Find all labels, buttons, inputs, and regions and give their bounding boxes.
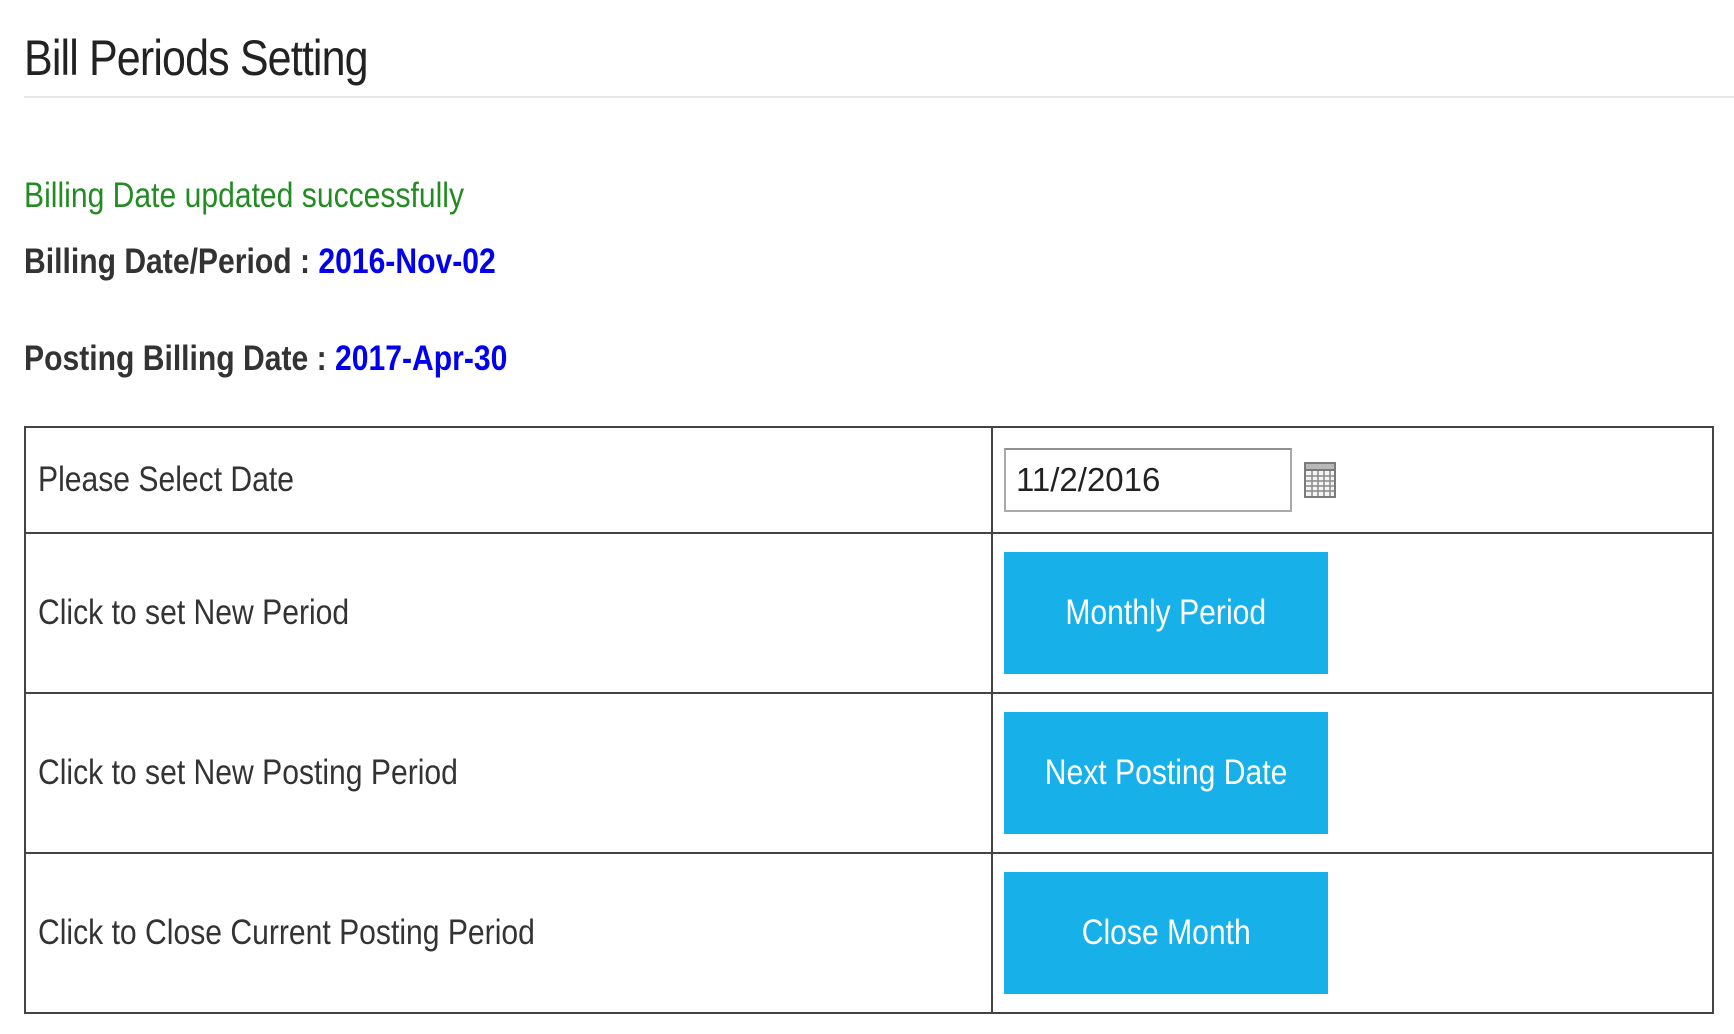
next-posting-date-button[interactable]: Next Posting Date — [1004, 712, 1328, 834]
billing-period-value: 2016-Nov-02 — [318, 242, 496, 281]
table-row-select-date: Please Select Date — [24, 426, 1714, 534]
select-date-label: Please Select Date — [38, 460, 294, 499]
row-control-cell — [991, 426, 1714, 534]
row-label-cell: Please Select Date — [24, 426, 993, 534]
table-row-new-posting-period: Click to set New Posting Period Next Pos… — [24, 692, 1714, 854]
posting-date-value: 2017-Apr-30 — [335, 339, 508, 378]
monthly-period-button-label: Monthly Period — [1065, 593, 1267, 632]
row-label-cell: Click to set New Period — [24, 532, 993, 694]
row-control-cell: Close Month — [991, 852, 1714, 1014]
billing-period-label: Billing Date/Period : — [24, 242, 319, 281]
row-control-cell: Next Posting Date — [991, 692, 1714, 854]
date-input[interactable] — [1004, 448, 1292, 512]
success-message: Billing Date updated successfully — [24, 176, 465, 215]
row-label-cell: Click to set New Posting Period — [24, 692, 993, 854]
row-control-cell: Monthly Period — [991, 532, 1714, 694]
page-title: Bill Periods Setting — [24, 30, 369, 86]
posting-date-line: Posting Billing Date : 2017-Apr-30 — [24, 337, 507, 381]
billing-period-line: Billing Date/Period : 2016-Nov-02 — [24, 240, 496, 284]
monthly-period-button[interactable]: Monthly Period — [1004, 552, 1328, 674]
calendar-icon[interactable] — [1304, 461, 1336, 499]
next-posting-date-button-label: Next Posting Date — [1044, 753, 1288, 792]
row-label-cell: Click to Close Current Posting Period — [24, 852, 993, 1014]
close-posting-period-label: Click to Close Current Posting Period — [38, 913, 535, 952]
new-posting-period-label: Click to set New Posting Period — [38, 753, 458, 792]
table-row-close-posting-period: Click to Close Current Posting Period Cl… — [24, 852, 1714, 1014]
posting-date-label: Posting Billing Date : — [24, 339, 336, 378]
close-month-button[interactable]: Close Month — [1004, 872, 1328, 994]
table-row-new-period: Click to set New Period Monthly Period — [24, 532, 1714, 694]
title-divider — [24, 96, 1734, 98]
new-period-label: Click to set New Period — [38, 593, 350, 632]
settings-table: Please Select Date 11/2/2016 Click to se… — [24, 426, 1714, 1014]
close-month-button-label: Close Month — [1081, 913, 1251, 952]
date-picker — [1004, 448, 1712, 512]
